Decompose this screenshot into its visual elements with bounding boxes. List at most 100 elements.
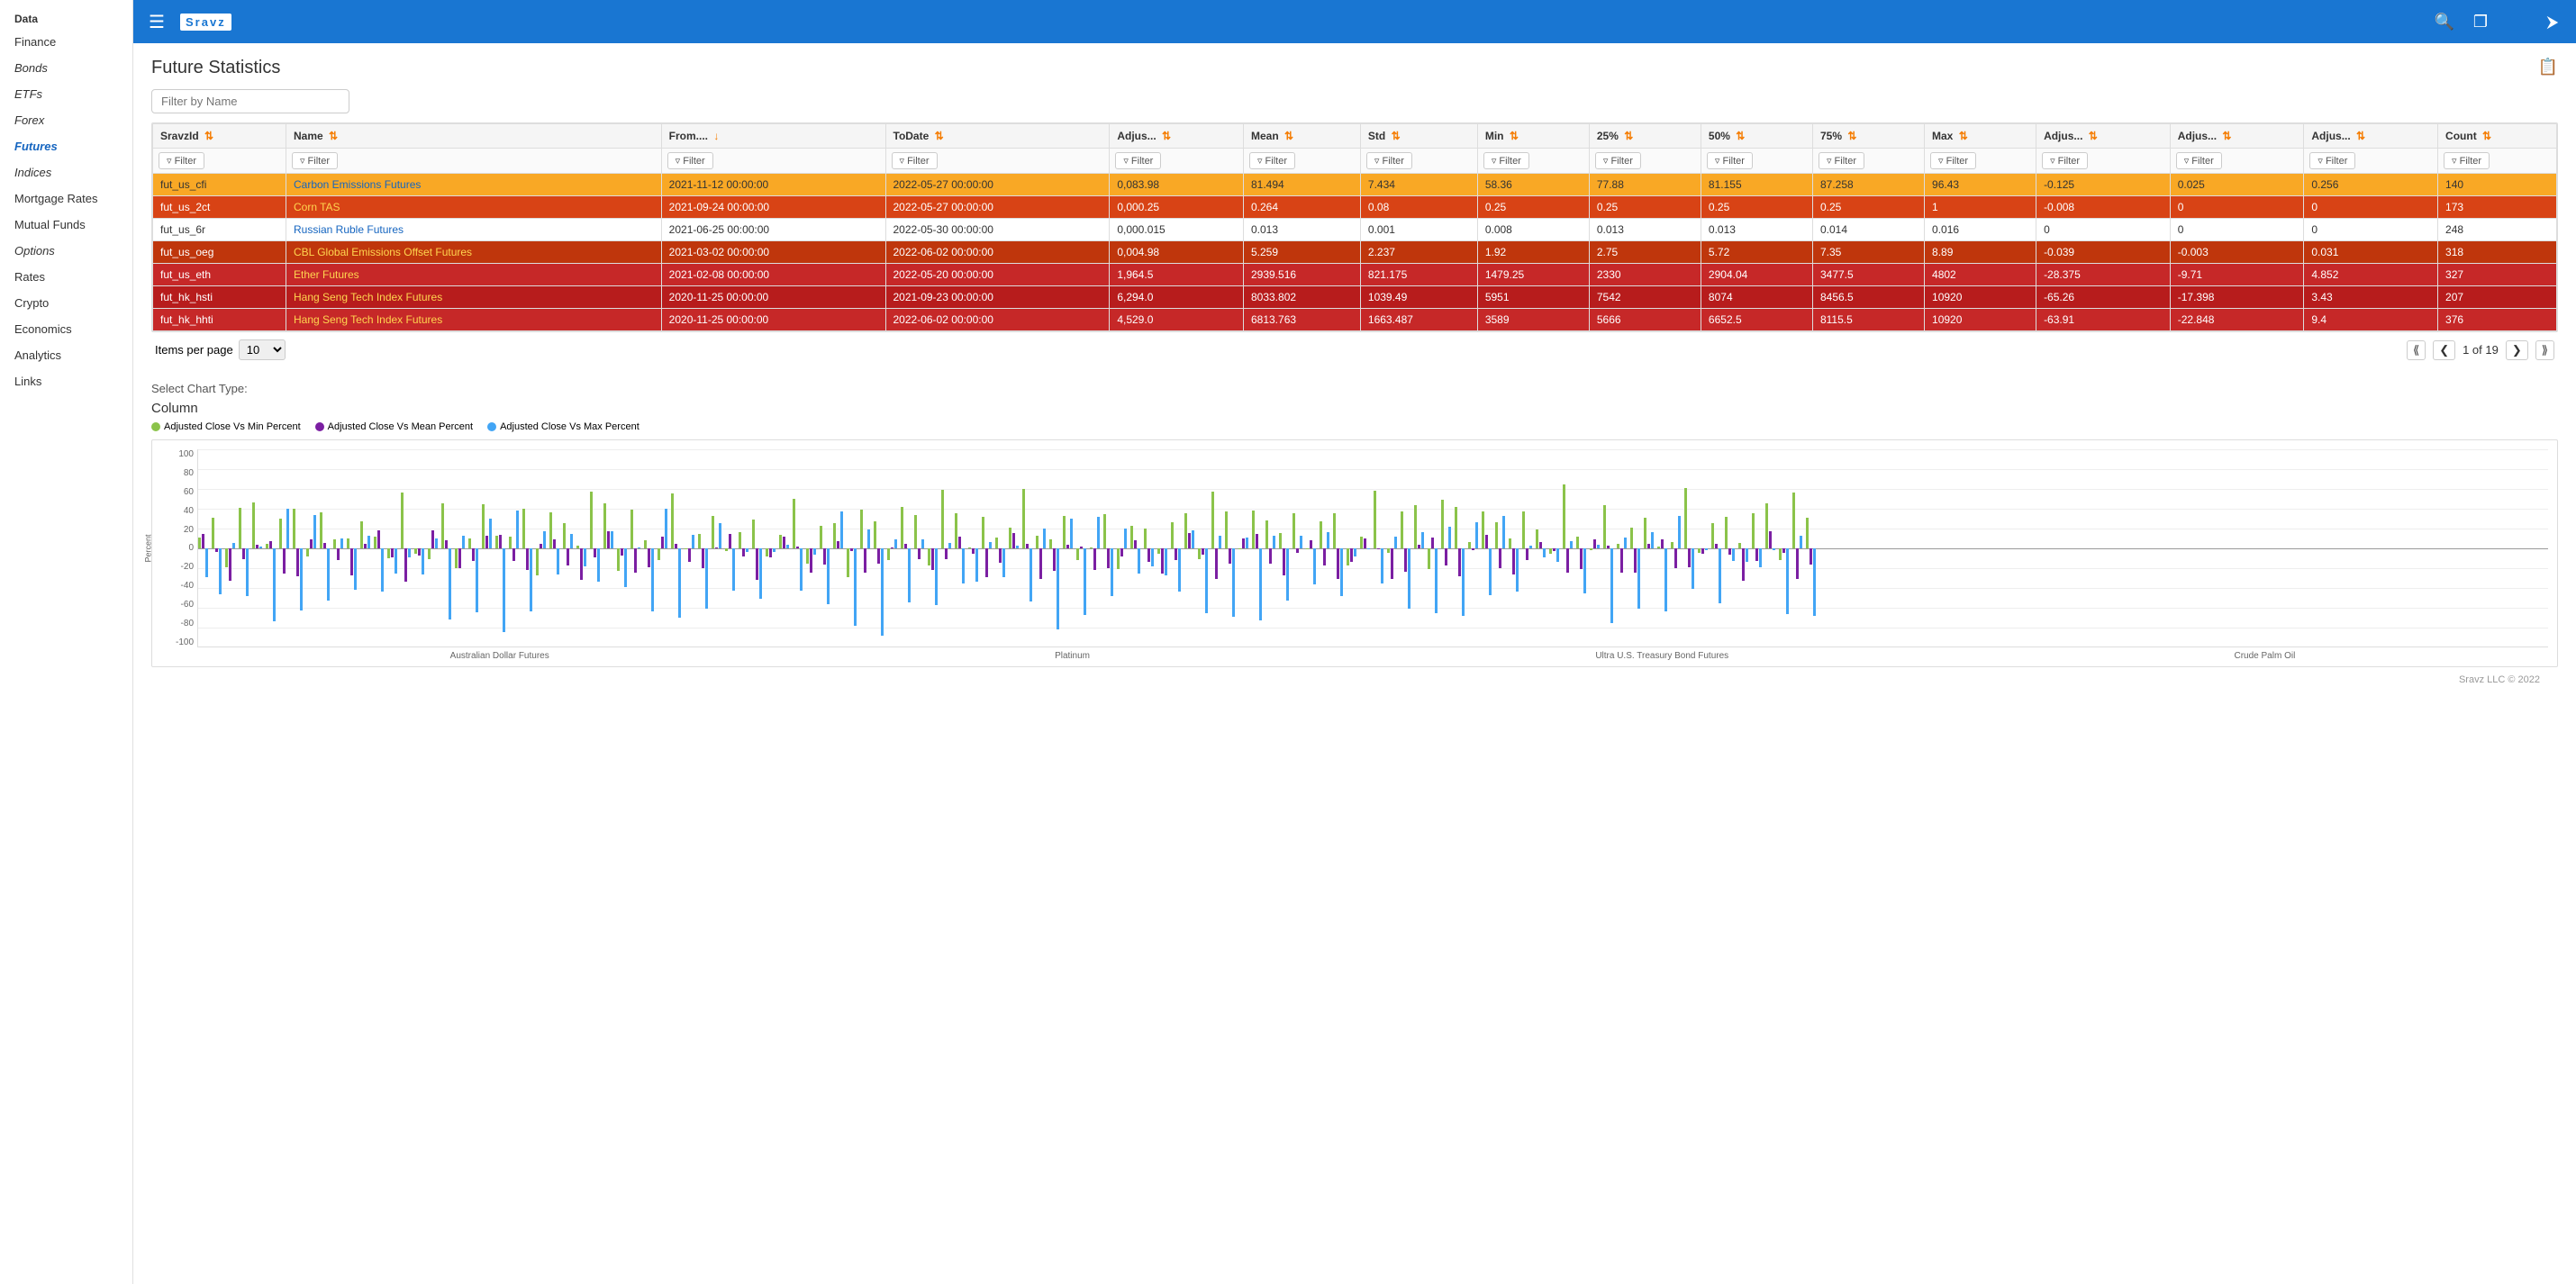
legend-dot-mean [315,422,324,431]
sidebar-item-futures[interactable]: Futures [0,133,132,159]
sidebar-item-options[interactable]: Options [0,238,132,264]
col-from[interactable]: From.... ↓ [661,124,885,149]
table-row[interactable]: fut_us_6rRussian Ruble Futures2021-06-25… [153,219,2557,241]
col-sravzid[interactable]: SravzId ⇅ [153,124,286,149]
filter-std[interactable]: ▿ Filter [1366,152,1412,169]
sidebar-item-indices[interactable]: Indices [0,159,132,185]
chart-section: Select Chart Type: Column Adjusted Close… [151,382,2558,667]
col-std[interactable]: Std ⇅ [1360,124,1477,149]
y-label: Percent [144,534,153,562]
export-icon[interactable]: 📋 [2538,58,2558,77]
filter-todate[interactable]: ▿ Filter [892,152,938,169]
logo-badge: Sravz [180,14,231,31]
legend-dot-max [487,422,496,431]
search-icon[interactable]: 🔍 [2432,9,2457,34]
filter-from[interactable]: ▿ Filter [667,152,713,169]
sidebar-item-bonds[interactable]: Bonds [0,55,132,81]
x-label-2: Platinum [1055,651,1090,661]
next-page-button[interactable]: ❯ [2506,340,2528,360]
filter-max[interactable]: ▿ Filter [1930,152,1976,169]
col-adj1[interactable]: Adjus... ⇅ [1110,124,1244,149]
hamburger-icon[interactable]: ☰ [144,9,169,34]
data-table: SravzId ⇅ Name ⇅ From.... ↓ ToDate ⇅ Adj… [151,122,2558,332]
y-80: 80 [184,468,194,478]
y-n100: -100 [176,637,194,647]
table-header-row: SravzId ⇅ Name ⇅ From.... ↓ ToDate ⇅ Adj… [153,124,2557,149]
y-60: 60 [184,487,194,497]
col-name[interactable]: Name ⇅ [286,124,661,149]
filter-mean[interactable]: ▿ Filter [1249,152,1295,169]
items-per-page-label: Items per page [155,343,233,357]
main-panel: ☰ Sravz 🔍 ❐ 👤 ⮞ Future Statistics 📋 Srav… [133,0,2576,1284]
table-row[interactable]: fut_hk_hhtiHang Seng Tech Index Futures2… [153,309,2557,331]
col-50[interactable]: 50% ⇅ [1701,124,1812,149]
legend-dot-min [151,422,160,431]
table-row[interactable]: fut_us_oegCBL Global Emissions Offset Fu… [153,241,2557,264]
items-per-page-select[interactable]: 10 25 50 100 [239,339,286,360]
sidebar-item-rates[interactable]: Rates [0,264,132,290]
filter-name[interactable]: ▿ Filter [292,152,338,169]
sidebar-item-forex[interactable]: Forex [0,107,132,133]
legend-label-min: Adjusted Close Vs Min Percent [164,421,301,432]
filter-25[interactable]: ▿ Filter [1595,152,1641,169]
col-max[interactable]: Max ⇅ [1925,124,2036,149]
x-label-3: Ultra U.S. Treasury Bond Futures [1595,651,1728,661]
first-page-button[interactable]: ⟪ [2407,340,2426,360]
logo-text: Sravz [186,15,226,29]
col-mean[interactable]: Mean ⇅ [1243,124,1360,149]
filter-adj2[interactable]: ▿ Filter [2042,152,2088,169]
col-count[interactable]: Count ⇅ [2438,124,2557,149]
chart-y-axis: Percent 100 80 60 40 20 0 -20 -40 -60 -8… [161,449,197,647]
filter-adj1[interactable]: ▿ Filter [1115,152,1161,169]
col-75[interactable]: 75% ⇅ [1812,124,1924,149]
table-row[interactable]: fut_us_ethEther Futures2021-02-08 00:00:… [153,264,2557,286]
table-row[interactable]: fut_hk_hstiHang Seng Tech Index Futures2… [153,286,2557,309]
filter-sravzid[interactable]: ▿ Filter [159,152,204,169]
sidebar-item-mortgage-rates[interactable]: Mortgage Rates [0,185,132,212]
filter-50[interactable]: ▿ Filter [1707,152,1753,169]
sidebar-item-economics[interactable]: Economics [0,316,132,342]
col-min[interactable]: Min ⇅ [1477,124,1589,149]
prev-page-button[interactable]: ❮ [2433,340,2455,360]
filter-by-name-input[interactable] [151,89,349,113]
sidebar-item-analytics[interactable]: Analytics [0,342,132,368]
logout-icon[interactable]: ⮞ [2540,9,2565,34]
legend-label-max: Adjusted Close Vs Max Percent [500,421,639,432]
chart-area: Percent 100 80 60 40 20 0 -20 -40 -60 -8… [161,449,2548,647]
page-title: Future Statistics [151,58,2558,78]
table-row[interactable]: fut_us_cfiCarbon Emissions Futures2021-1… [153,174,2557,196]
col-25[interactable]: 25% ⇅ [1589,124,1701,149]
sidebar-item-crypto[interactable]: Crypto [0,290,132,316]
select-chart-label: Select Chart Type: [151,382,248,395]
col-todate[interactable]: ToDate ⇅ [885,124,1110,149]
col-adj2[interactable]: Adjus... ⇅ [2036,124,2171,149]
sidebar-item-links[interactable]: Links [0,368,132,394]
sidebar-item-mutual-funds[interactable]: Mutual Funds [0,212,132,238]
y-100: 100 [178,449,194,459]
table-row[interactable]: fut_us_2ctCorn TAS2021-09-24 00:00:00202… [153,196,2557,219]
filter-count[interactable]: ▿ Filter [2444,152,2490,169]
y-n40: -40 [181,581,194,591]
last-page-button[interactable]: ⟫ [2535,340,2554,360]
sidebar-item-etfs[interactable]: ETFs [0,81,132,107]
col-adj4[interactable]: Adjus... ⇅ [2304,124,2438,149]
chart-type-label: Select Chart Type: [151,382,2558,395]
top-nav: ☰ Sravz 🔍 ❐ 👤 ⮞ [133,0,2576,43]
chart-plot [197,449,2548,647]
x-label-1: Australian Dollar Futures [450,651,549,661]
col-adj3[interactable]: Adjus... ⇅ [2170,124,2304,149]
legend-item-mean: Adjusted Close Vs Mean Percent [315,421,473,432]
filter-adj3[interactable]: ▿ Filter [2176,152,2222,169]
page-info: 1 of 19 [2463,343,2499,357]
account-icon[interactable]: 👤 [2504,9,2529,34]
sidebar: Data Finance Bonds ETFs Forex Futures In… [0,0,133,1284]
app-logo: Sravz [180,14,231,31]
filter-75[interactable]: ▿ Filter [1819,152,1864,169]
y-40: 40 [184,506,194,516]
sidebar-item-finance[interactable]: Finance [0,29,132,55]
y-0: 0 [188,543,194,553]
share-icon[interactable]: ❐ [2468,9,2493,34]
filter-min[interactable]: ▿ Filter [1483,152,1529,169]
x-label-4: Crude Palm Oil [2235,651,2296,661]
filter-adj4[interactable]: ▿ Filter [2309,152,2355,169]
